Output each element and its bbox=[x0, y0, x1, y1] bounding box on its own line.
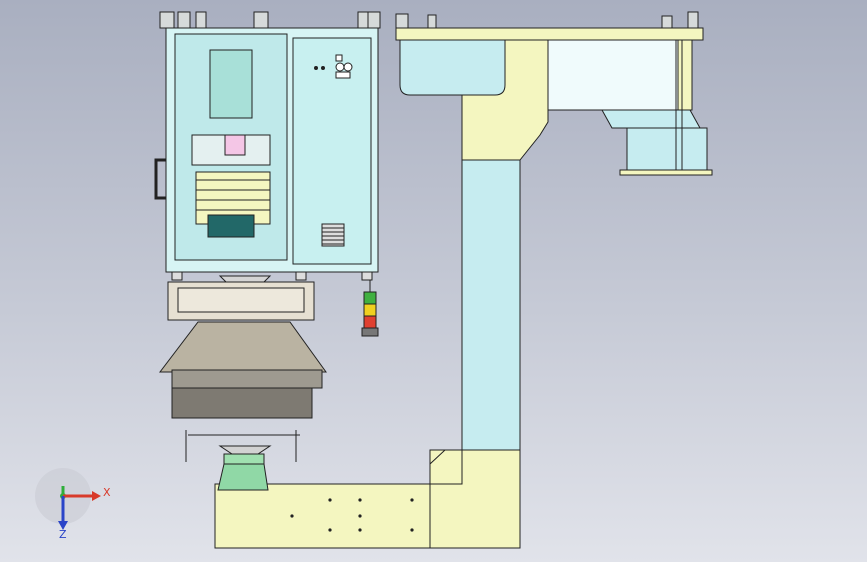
beam-bracket bbox=[601, 109, 701, 129]
weigher-bucket-row-2 bbox=[171, 387, 313, 419]
base-platform[interactable] bbox=[214, 483, 431, 549]
cad-viewport[interactable]: X Z bbox=[0, 0, 867, 562]
lower-hopper bbox=[207, 214, 255, 238]
top-beam-side bbox=[677, 39, 693, 111]
weigher-top-cone bbox=[218, 275, 272, 283]
assembly-drawing[interactable] bbox=[0, 0, 867, 562]
multihead-weigher[interactable] bbox=[158, 275, 327, 462]
triad-x-arrow bbox=[92, 491, 101, 501]
weigher-hopper-cone bbox=[158, 321, 327, 373]
cabinet-foot-left bbox=[171, 271, 183, 281]
cabinet[interactable] bbox=[154, 27, 379, 281]
signal-light-tower[interactable] bbox=[361, 280, 379, 337]
weigher-head-window bbox=[177, 287, 305, 313]
coordinate-triad bbox=[35, 468, 101, 530]
bracket-base bbox=[619, 169, 713, 176]
discharge-chute[interactable] bbox=[217, 445, 272, 491]
top-beam-body bbox=[547, 39, 679, 111]
vent-grille bbox=[321, 223, 345, 247]
x-axis-label: X bbox=[103, 486, 111, 499]
column-upright bbox=[461, 159, 521, 451]
top-beam[interactable] bbox=[395, 27, 704, 41]
bracket-foot bbox=[626, 127, 708, 171]
cabinet-foot-right bbox=[361, 271, 373, 281]
cabinet-foot-mid bbox=[295, 271, 307, 281]
drive-center-block bbox=[224, 134, 246, 156]
drive-drum bbox=[209, 49, 253, 119]
z-axis-label: Z bbox=[59, 528, 67, 541]
handle[interactable] bbox=[154, 158, 166, 200]
leveling-feet bbox=[159, 11, 699, 29]
weigher-bucket-row-1 bbox=[171, 369, 323, 389]
top-beam-bin bbox=[399, 39, 506, 96]
